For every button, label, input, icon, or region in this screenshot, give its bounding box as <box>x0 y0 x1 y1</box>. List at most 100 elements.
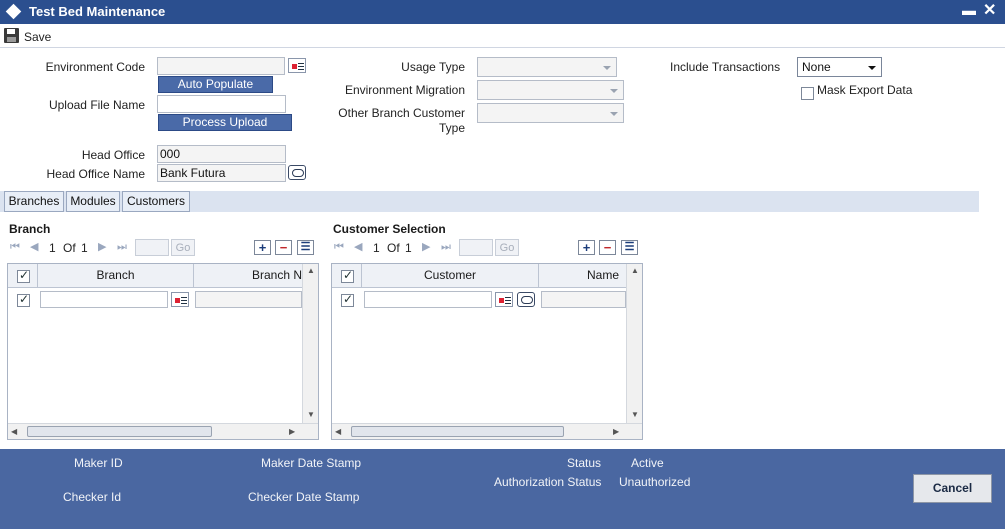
row-checkbox[interactable] <box>17 292 30 307</box>
table-row <box>8 289 302 311</box>
environment-migration-select[interactable] <box>477 80 624 100</box>
status-label: Status <box>567 456 602 470</box>
first-page-icon[interactable]: ⏮ <box>10 240 20 254</box>
head-office-name-field[interactable]: Bank Futura <box>157 164 286 182</box>
branch-grid: Branch Branch N ▲ ▼ ◀ ▶ <box>7 263 319 440</box>
branch-page-input[interactable] <box>135 239 169 256</box>
authorization-status-label: Authorization Status <box>494 475 602 489</box>
table-row <box>332 289 626 311</box>
scroll-down-icon[interactable]: ▼ <box>307 410 315 419</box>
customer-name-cell <box>541 291 626 308</box>
branch-pager: ⏮ ◀ 1 Of 1 ▶ ⏭ Go + − ☰ <box>7 237 319 259</box>
customer-page-of: Of <box>387 241 400 255</box>
scroll-up-icon[interactable]: ▲ <box>631 266 639 275</box>
customer-grid: Customer Name ▲ ▼ ◀ ▶ <box>331 263 643 440</box>
process-upload-button[interactable]: Process Upload <box>158 114 292 131</box>
customer-column-header[interactable]: Customer <box>362 264 538 286</box>
mask-export-data-label: Mask Export Data <box>817 83 913 97</box>
head-office-name-lookup-icon[interactable] <box>288 165 306 180</box>
scroll-down-icon[interactable]: ▼ <box>631 410 639 419</box>
first-page-icon[interactable]: ⏮ <box>334 240 344 254</box>
last-page-icon[interactable]: ⏭ <box>441 240 451 254</box>
scroll-right-icon[interactable]: ▶ <box>613 427 619 436</box>
title-bar: Test Bed Maintenance ▬ ✕ <box>0 0 1005 24</box>
chevron-down-icon <box>610 112 618 116</box>
customer-horizontal-scrollbar[interactable]: ◀ ▶ <box>332 423 642 439</box>
head-office-field[interactable]: 000 <box>157 145 286 163</box>
branch-page-total: 1 <box>81 241 88 255</box>
tab-customers[interactable]: Customers <box>122 191 190 212</box>
audit-footer <box>0 449 1005 529</box>
customer-lookup-icon[interactable] <box>517 292 535 307</box>
environment-code-label: Environment Code <box>45 60 145 74</box>
scroll-left-icon[interactable]: ◀ <box>11 427 17 436</box>
tab-branches[interactable]: Branches <box>4 191 64 212</box>
single-view-icon[interactable]: ☰ <box>621 240 638 255</box>
other-branch-customer-type-select[interactable] <box>477 103 624 123</box>
branch-select-all-checkbox[interactable] <box>17 268 30 283</box>
scroll-thumb[interactable] <box>27 426 212 437</box>
close-icon[interactable]: ✕ <box>983 0 996 20</box>
app-logo-icon <box>5 3 22 20</box>
customer-page-input[interactable] <box>459 239 493 256</box>
maker-date-stamp-label: Maker Date Stamp <box>261 456 362 470</box>
upload-file-name-label: Upload File Name <box>48 98 145 112</box>
mask-export-data-checkbox[interactable] <box>801 87 814 100</box>
name-column-header[interactable]: Name <box>539 264 619 286</box>
add-row-icon[interactable]: + <box>254 240 271 255</box>
customer-grid-header: Customer Name <box>332 264 626 288</box>
customer-lov-icon[interactable] <box>495 292 513 307</box>
branch-lov-icon[interactable] <box>171 292 189 307</box>
scroll-right-icon[interactable]: ▶ <box>289 427 295 436</box>
environment-code-lov-icon[interactable] <box>288 58 306 73</box>
prev-page-icon[interactable]: ◀ <box>354 240 362 253</box>
include-transactions-select[interactable]: None <box>797 57 882 77</box>
branch-column-header[interactable]: Branch <box>38 264 193 286</box>
customer-select-all-checkbox[interactable] <box>341 268 354 283</box>
customer-pager: ⏮ ◀ 1 Of 1 ▶ ⏭ Go + − ☰ <box>331 237 643 259</box>
usage-type-label: Usage Type <box>401 60 465 74</box>
branch-vertical-scrollbar[interactable]: ▲ ▼ <box>302 264 318 423</box>
auto-populate-button[interactable]: Auto Populate <box>158 76 273 93</box>
branch-input[interactable] <box>40 291 168 308</box>
minimize-icon[interactable]: ▬ <box>962 2 976 18</box>
single-view-icon[interactable]: ☰ <box>297 240 314 255</box>
branch-page-of: Of <box>63 241 76 255</box>
prev-page-icon[interactable]: ◀ <box>30 240 38 253</box>
include-transactions-label: Include Transactions <box>670 60 781 74</box>
delete-row-icon[interactable]: − <box>275 240 292 255</box>
head-office-label: Head Office <box>81 148 145 162</box>
window-title: Test Bed Maintenance <box>29 4 166 19</box>
next-page-icon[interactable]: ▶ <box>98 240 106 253</box>
save-icon[interactable] <box>4 28 19 43</box>
scroll-thumb[interactable] <box>351 426 564 437</box>
save-button[interactable]: Save <box>24 30 51 44</box>
head-office-name-label: Head Office Name <box>46 167 146 181</box>
row-checkbox[interactable] <box>341 292 354 307</box>
tab-modules[interactable]: Modules <box>66 191 120 212</box>
environment-migration-label: Environment Migration <box>344 83 465 97</box>
delete-row-icon[interactable]: − <box>599 240 616 255</box>
next-page-icon[interactable]: ▶ <box>422 240 430 253</box>
chevron-down-icon <box>603 66 611 70</box>
maker-id-label: Maker ID <box>74 456 123 470</box>
add-row-icon[interactable]: + <box>578 240 595 255</box>
branch-section-title: Branch <box>9 222 51 236</box>
environment-code-field[interactable] <box>157 57 285 75</box>
status-value: Active <box>631 456 664 470</box>
customer-input[interactable] <box>364 291 492 308</box>
customer-go-button[interactable]: Go <box>495 239 519 256</box>
last-page-icon[interactable]: ⏭ <box>117 240 127 254</box>
chevron-down-icon <box>610 89 618 93</box>
scroll-up-icon[interactable]: ▲ <box>307 266 315 275</box>
usage-type-select[interactable] <box>477 57 617 77</box>
toolbar <box>0 24 1005 48</box>
branch-name-column-header[interactable]: Branch N <box>194 264 302 286</box>
customer-page-current: 1 <box>373 241 380 255</box>
upload-file-name-field[interactable] <box>157 95 286 113</box>
scroll-left-icon[interactable]: ◀ <box>335 427 341 436</box>
branch-go-button[interactable]: Go <box>171 239 195 256</box>
customer-vertical-scrollbar[interactable]: ▲ ▼ <box>626 264 642 423</box>
cancel-button[interactable]: Cancel <box>913 474 992 503</box>
branch-horizontal-scrollbar[interactable]: ◀ ▶ <box>8 423 318 439</box>
